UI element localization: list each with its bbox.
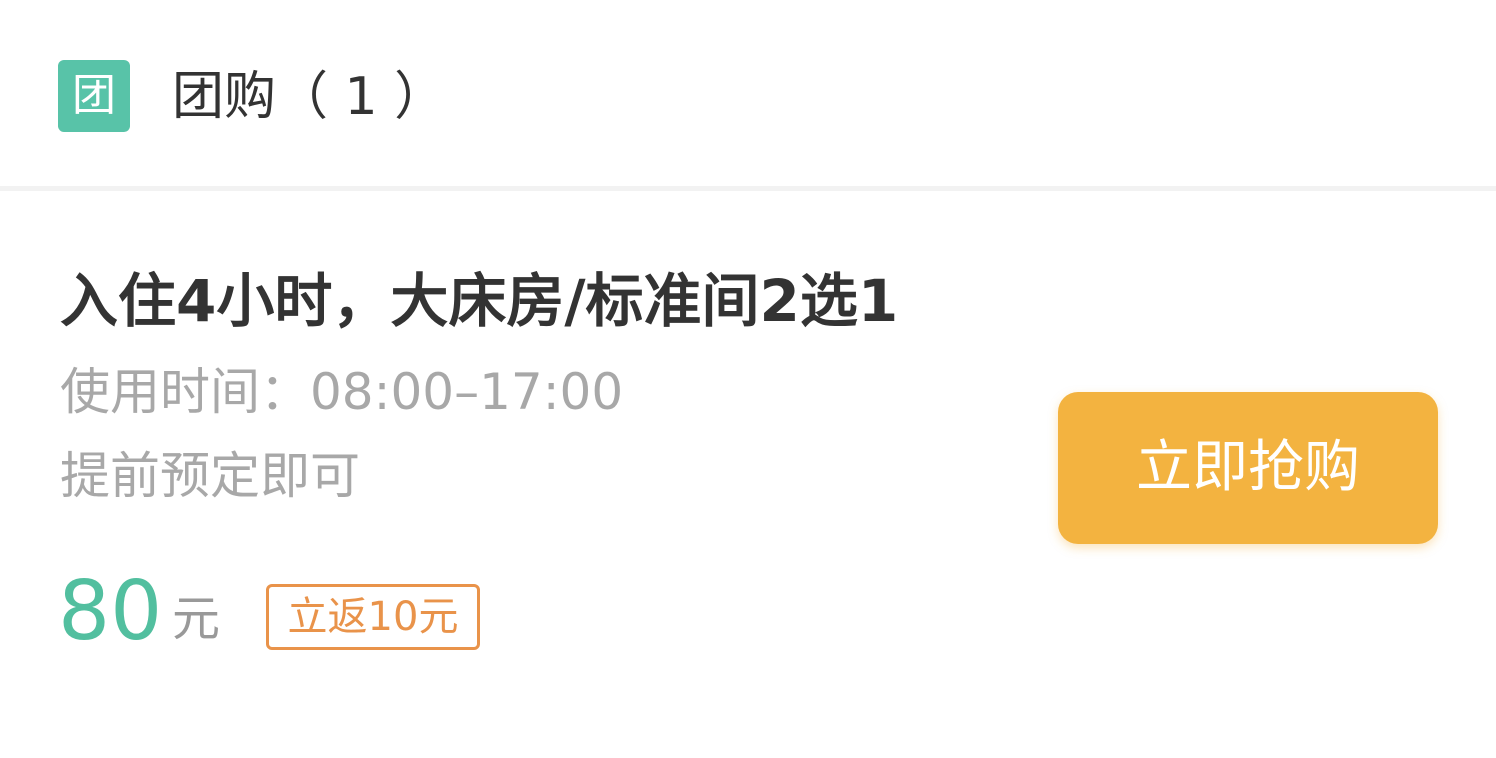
rebate-badge: 立返10元 xyxy=(266,584,480,650)
price-value: 80 xyxy=(58,564,163,659)
buy-now-button[interactable]: 立即抢购 xyxy=(1058,392,1438,544)
deal-card[interactable]: 入住4小时，大床房/标准间2选1 使用时间：08:00–17:00 提前预定即可… xyxy=(0,191,1496,758)
usage-time: 使用时间：08:00–17:00 xyxy=(60,363,624,421)
group-buy-icon: 团 xyxy=(58,60,130,132)
price-unit: 元 xyxy=(172,591,221,647)
booking-note: 提前预定即可 xyxy=(60,447,360,505)
section-title: 团购（ 1 ） xyxy=(172,67,447,127)
group-buy-section-header: 团 团购（ 1 ） xyxy=(0,0,1496,186)
deal-title: 入住4小时，大床房/标准间2选1 xyxy=(60,267,899,335)
